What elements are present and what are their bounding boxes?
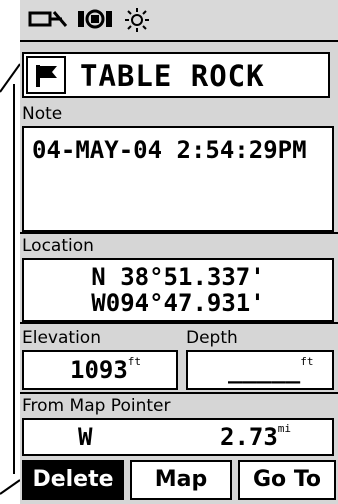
delete-button[interactable]: Delete (22, 460, 124, 500)
elevation-field[interactable]: 1093ft (22, 350, 178, 390)
map-button[interactable]: Map (130, 460, 232, 500)
callout-leader-lines (0, 63, 21, 495)
depth-label: Depth (186, 328, 238, 348)
location-field[interactable]: N 38°51.337' W094°47.931' (22, 258, 334, 322)
go-to-button[interactable]: Go To (238, 460, 336, 500)
note-value: 04-MAY-04 2:54:29PM (32, 136, 307, 164)
depth-value: _____ft (228, 355, 314, 384)
depth-unit: ft (300, 355, 314, 368)
longitude-value: W094°47.931' (91, 289, 265, 317)
from-map-pointer-label: From Map Pointer (22, 396, 171, 416)
divider (20, 392, 338, 394)
backlight-icon (125, 8, 149, 32)
gps-screen: TABLE ROCK Note 04-MAY-04 2:54:29PM Loca… (20, 0, 338, 504)
divider (20, 232, 338, 234)
note-field[interactable]: 04-MAY-04 2:54:29PM (22, 126, 334, 232)
waypoint-symbol-button[interactable] (26, 56, 66, 94)
elevation-label: Elevation (22, 328, 101, 348)
note-label: Note (22, 104, 63, 124)
battery-icon (28, 11, 68, 27)
elevation-value: 1093ft (70, 355, 142, 384)
waypoint-name[interactable]: TABLE ROCK (80, 58, 265, 94)
distance-value: 2.73mi (220, 422, 292, 451)
status-bar (20, 0, 338, 42)
latitude-value: N 38°51.337' (91, 263, 265, 291)
bearing-value: W (78, 423, 93, 451)
waypoint-title-row: TABLE ROCK (22, 52, 330, 98)
location-label: Location (22, 236, 94, 256)
divider (20, 322, 338, 324)
from-map-pointer-field: W 2.73mi (22, 418, 334, 456)
distance-unit: mi (277, 422, 292, 435)
elevation-unit: ft (127, 355, 142, 368)
gps-signal-icon (78, 9, 112, 29)
depth-field[interactable]: _____ft (186, 350, 334, 390)
flag-icon (36, 65, 57, 87)
